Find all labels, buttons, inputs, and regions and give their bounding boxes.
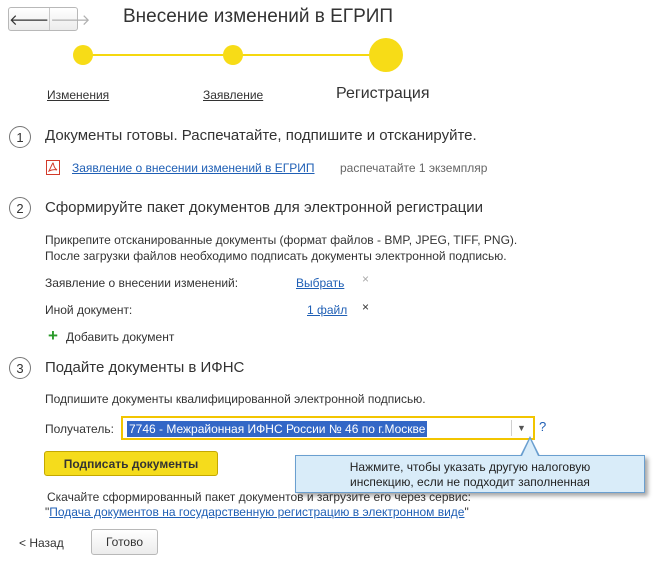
tooltip-line-1: Нажмите, чтобы указать другую налоговую xyxy=(349,460,591,474)
help-icon[interactable]: ? xyxy=(539,419,546,434)
section-2-heading: Сформируйте пакет документов для электро… xyxy=(45,199,484,216)
row-label-application: Заявление о внесении изменений: xyxy=(45,276,239,290)
recipient-value: 7746 - Межрайонная ИФНС России № 46 по г… xyxy=(127,421,428,437)
section-1-number: 1 xyxy=(9,126,31,148)
print-copies-note: распечатайте 1 экземпляр xyxy=(340,161,488,175)
recipient-label: Получатель: xyxy=(45,422,114,436)
section-2-desc-line2: После загрузки файлов необходимо подписа… xyxy=(45,249,507,263)
back-arrow-icon[interactable]: 🡐 xyxy=(9,8,51,30)
quote-close: " xyxy=(464,505,469,519)
page-title: Внесение изменений в ЕГРИП xyxy=(123,6,394,27)
sign-documents-button[interactable]: Подписать документы xyxy=(44,451,218,476)
step-link-changes[interactable]: Изменения xyxy=(47,88,109,102)
section-2-number: 2 xyxy=(9,197,31,219)
forward-arrow-icon[interactable]: 🡒 xyxy=(50,8,90,30)
recipient-tooltip: Нажмите, чтобы указать другую налоговую … xyxy=(295,455,645,493)
step-dot-changes xyxy=(73,45,93,65)
remove-other-doc-icon[interactable]: × xyxy=(362,300,369,314)
add-document-button[interactable]: Добавить документ xyxy=(66,329,174,345)
step-link-application[interactable]: Заявление xyxy=(203,88,263,102)
dropdown-arrow-icon[interactable]: ▼ xyxy=(511,420,531,436)
row-label-other-doc: Иной документ: xyxy=(45,303,133,317)
pdf-icon xyxy=(46,160,60,175)
section-2-desc-line1: Прикрепите отсканированные документы (фо… xyxy=(45,233,518,247)
choose-file-link[interactable]: Выбрать xyxy=(296,276,344,290)
section-3-desc: Подпишите документы квалифицированной эл… xyxy=(45,392,426,406)
section-3-number: 3 xyxy=(9,357,31,379)
section-3-heading: Подайте документы в ИФНС xyxy=(45,359,245,376)
nav-buttons: 🡐 🡒 xyxy=(8,7,90,31)
step-dot-application xyxy=(223,45,243,65)
service-link[interactable]: Подача документов на государственную рег… xyxy=(49,505,464,519)
add-plus-icon[interactable]: + xyxy=(48,327,58,344)
tooltip-line-2: инспекцию, если не подходит заполненная xyxy=(350,475,590,489)
tooltip-arrow-fill xyxy=(522,439,538,456)
service-link-wrapper: "Подача документов на государственную ре… xyxy=(45,504,469,520)
step-current-registration: Регистрация xyxy=(336,85,430,102)
application-doc-link[interactable]: Заявление о внесении изменений в ЕГРИП xyxy=(72,161,315,175)
done-button[interactable]: Готово xyxy=(91,529,158,555)
step-dot-registration xyxy=(369,38,403,72)
one-file-link[interactable]: 1 файл xyxy=(307,303,347,317)
section-1-heading: Документы готовы. Распечатайте, подпишит… xyxy=(45,127,477,144)
recipient-select[interactable]: 7746 - Межрайонная ИФНС России № 46 по г… xyxy=(121,416,535,440)
back-button[interactable]: < Назад xyxy=(19,536,64,550)
remove-application-icon[interactable]: × xyxy=(362,272,369,286)
